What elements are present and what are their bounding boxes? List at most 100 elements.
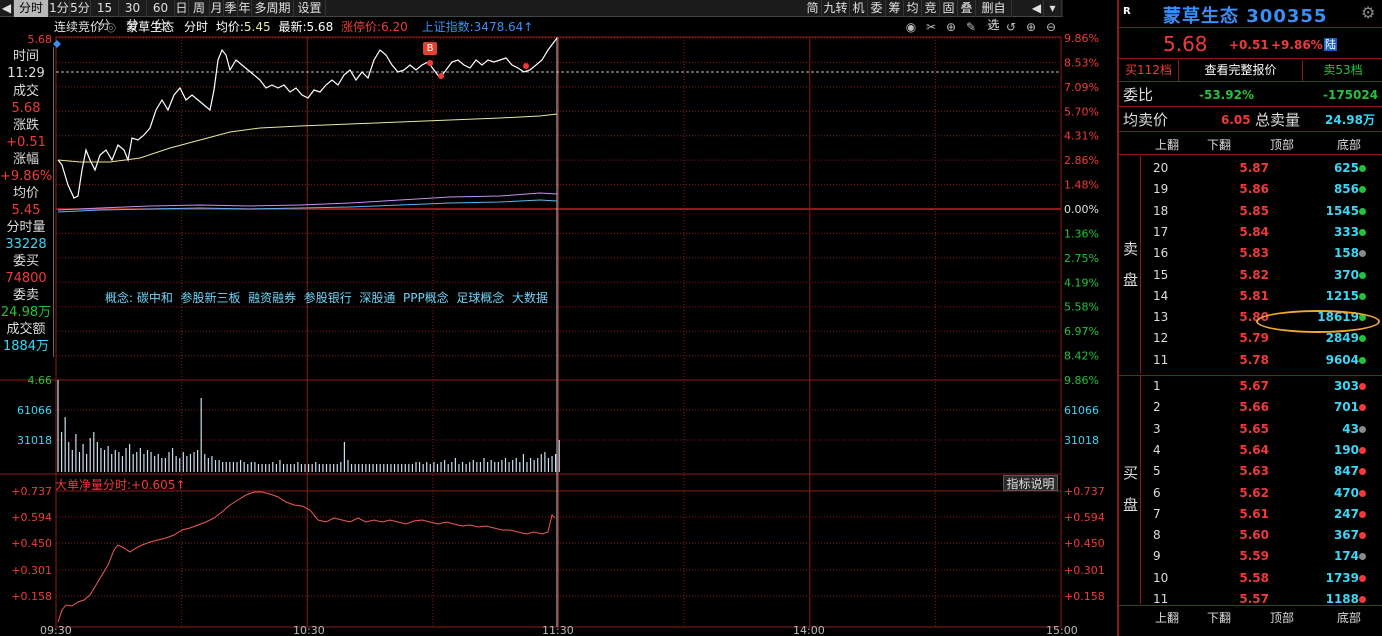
indicator-axis-label: +0.450 <box>11 537 52 550</box>
indicator-header: 大单净量分时:+0.605↑ <box>55 476 186 493</box>
avg-ask-value: 6.05 <box>1221 113 1251 127</box>
market-tag: 陆 <box>1324 38 1337 51</box>
order-level: 6 <box>1153 485 1161 500</box>
order-row[interactable]: 8 5.60 367 <box>1119 525 1382 546</box>
sell-levels-button[interactable]: 卖53档 <box>1303 60 1382 81</box>
order-status-dot <box>1359 335 1366 343</box>
price-axis-label: 6.97% <box>1064 325 1099 338</box>
nav-2[interactable]: 顶部 <box>1270 609 1294 626</box>
order-status-dot <box>1359 425 1366 433</box>
nav-0[interactable]: 上翻 <box>1155 609 1179 626</box>
price-axis-label: 4.31% <box>1064 130 1099 143</box>
order-volume: 1215 <box>1325 288 1359 303</box>
settings-gear-icon[interactable]: ⚙ <box>1361 3 1375 22</box>
price-axis-label: 9.86% <box>1064 32 1099 45</box>
order-volume: 470 <box>1333 485 1359 500</box>
order-row[interactable]: 14 5.81 1215 <box>1119 286 1382 307</box>
order-status-dot <box>1359 532 1366 540</box>
orderbook-nav-bottom: 上翻 下翻 顶部 底部 <box>1119 605 1382 629</box>
order-price: 5.64 <box>1239 442 1269 457</box>
order-status-dot <box>1359 165 1366 172</box>
order-row[interactable]: 16 5.83 158 <box>1119 243 1382 264</box>
order-row[interactable]: 18 5.85 1545 <box>1119 201 1382 222</box>
order-row[interactable]: 3 5.65 43 <box>1119 419 1382 440</box>
order-price: 5.86 <box>1239 182 1269 197</box>
order-row[interactable]: 7 5.61 247 <box>1119 504 1382 525</box>
indicator-value: +0.605↑ <box>131 478 186 492</box>
order-volume: 370 <box>1333 267 1359 282</box>
order-row[interactable]: 10 5.58 1739 <box>1119 568 1382 589</box>
nav-2[interactable]: 顶部 <box>1270 136 1294 153</box>
order-level: 11 <box>1153 352 1169 367</box>
order-price: 5.78 <box>1239 352 1269 367</box>
order-status-dot <box>1359 186 1366 194</box>
order-price: 5.61 <box>1239 506 1269 521</box>
order-row[interactable]: 2 5.66 701 <box>1119 397 1382 418</box>
price-axis-label: 4.19% <box>1064 276 1099 289</box>
indicator-label: 大单净量分时: <box>55 478 132 492</box>
price-axis-label: 1.48% <box>1064 179 1099 192</box>
order-row[interactable]: 9 5.59 174 <box>1119 546 1382 567</box>
order-volume: 158 <box>1333 246 1359 261</box>
ratio-label: 委比 <box>1123 86 1154 104</box>
sell-orderbook: 20 5.87 625 19 5.86 856 18 5.85 1545 17 5.84 333 16 5… <box>1119 158 1382 372</box>
time-axis-label: 11:30 <box>542 624 574 636</box>
nav-1[interactable]: 下翻 <box>1207 136 1231 153</box>
concept-tags[interactable]: 概念: 碳中和 参股新三板 融资融券 参股银行 深股通 PPP概念 足球概念 大… <box>105 289 548 306</box>
volume-axis-label: 61066 <box>17 404 52 417</box>
order-volume: 333 <box>1333 224 1359 239</box>
order-price: 5.82 <box>1239 267 1269 282</box>
order-status-dot <box>1359 446 1366 454</box>
price-axis-label: 5.58% <box>1064 301 1099 314</box>
indicator-axis-label: +0.737 <box>11 485 52 498</box>
buy-orderbook: 1 5.67 303 2 5.66 701 3 5.65 43 4 5.64 190 5 5.63 847 6… <box>1119 376 1382 606</box>
order-level: 16 <box>1153 246 1169 261</box>
price-axis-label: 7.09% <box>1064 81 1099 94</box>
buy-levels-button[interactable]: 买112档 <box>1119 60 1179 81</box>
order-level: 14 <box>1153 288 1169 303</box>
nav-3[interactable]: 底部 <box>1337 609 1361 626</box>
indicator-axis-label: +0.301 <box>1064 564 1105 577</box>
time-axis-label: 15:00 <box>1046 624 1078 636</box>
order-volume: 174 <box>1333 549 1359 564</box>
order-row[interactable]: 5 5.63 847 <box>1119 461 1382 482</box>
nav-1[interactable]: 下翻 <box>1207 609 1231 626</box>
buy-marker[interactable]: B <box>423 42 437 55</box>
indicator-explain-button[interactable]: 指标说明 <box>1003 475 1058 491</box>
full-quote-button[interactable]: 查看完整报价 <box>1179 60 1303 81</box>
trade-point <box>523 63 529 69</box>
chart-grid <box>0 36 1062 628</box>
order-volume: 190 <box>1333 442 1359 457</box>
quote-panel: R 蒙草生态 300355 ⚙ 5.68 +0.51 +9.86% 陆 买112… <box>1117 0 1382 636</box>
time-axis-label: 10:30 <box>293 624 325 636</box>
app-logo: R <box>1123 6 1131 17</box>
order-row[interactable]: 11 5.78 9604 <box>1119 350 1382 371</box>
nav-0[interactable]: 上翻 <box>1155 136 1179 153</box>
order-row[interactable]: 15 5.82 370 <box>1119 265 1382 286</box>
indicator-axis-label: +0.594 <box>11 511 52 524</box>
order-row[interactable]: 4 5.64 190 <box>1119 440 1382 461</box>
order-price: 5.84 <box>1239 224 1269 239</box>
time-axis-label: 09:30 <box>40 624 72 636</box>
ratio-diff: -175024 <box>1323 88 1379 102</box>
indicator-axis-label: +0.158 <box>1064 590 1105 603</box>
volume-axis-label: 31018 <box>1064 434 1099 447</box>
trade-point <box>427 60 433 66</box>
order-row[interactable]: 20 5.87 625 <box>1119 158 1382 179</box>
indicator-axis-label: +0.158 <box>11 590 52 603</box>
ratio-pct: -53.92% <box>1199 88 1254 102</box>
order-level: 9 <box>1153 549 1161 564</box>
order-row[interactable]: 1 5.67 303 <box>1119 376 1382 397</box>
order-level: 19 <box>1153 182 1169 197</box>
nav-3[interactable]: 底部 <box>1337 136 1361 153</box>
order-volume: 847 <box>1333 464 1359 479</box>
price-axis-label: 9.86% <box>1064 374 1099 387</box>
price-axis-label: 2.86% <box>1064 154 1099 167</box>
order-row[interactable]: 19 5.86 856 <box>1119 179 1382 200</box>
order-row[interactable]: 6 5.62 470 <box>1119 483 1382 504</box>
order-level: 2 <box>1153 400 1161 415</box>
order-row[interactable]: 17 5.84 333 <box>1119 222 1382 243</box>
indicator-line <box>57 491 556 623</box>
indicator-axis-label: +0.737 <box>1064 485 1105 498</box>
order-level: 15 <box>1153 267 1169 282</box>
